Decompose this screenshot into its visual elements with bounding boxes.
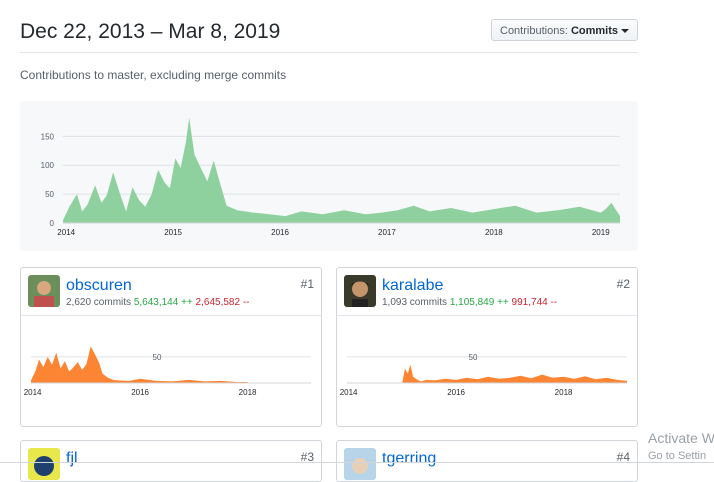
date-range-title: Dec 22, 2013 – Mar 8, 2019 [20,20,281,43]
y-tick-label: 150 [41,132,55,141]
contributor-card-4: tgerring #4 [336,440,638,482]
x-tick-label: 2016 [131,388,149,397]
deletions-count: 2,645,582 -- [195,297,250,308]
x-tick-label: 2014 [24,388,42,397]
x-tick-label: 2014 [340,388,358,397]
contributor-name-link[interactable]: karalabe [382,277,443,295]
x-tick-label: 2019 [592,228,610,237]
contributor-rank: #2 [616,277,630,291]
x-tick-label: 2018 [555,388,573,397]
contributor-card-3: fjl #3 [20,440,322,482]
y-tick-label: 50 [469,353,478,362]
y-tick-label: 0 [50,219,55,228]
x-tick-label: 2018 [239,388,257,397]
commit-count: 2,620 commits [66,297,132,308]
contributor-card-1: obscuren #1 2,620 commits 5,643,144 ++ 2… [20,267,322,427]
contributor-name-link[interactable]: obscuren [66,277,132,295]
contributor-chart-1: 50 2014 2016 2018 [24,346,311,397]
select-value: Commits [570,25,618,37]
area-series [402,364,627,383]
activation-watermark: Activate W [648,430,714,446]
contributor-card-2: karalabe #2 1,093 commits 1,105,849 ++ 9… [336,267,638,427]
chart-subtitle: Contributions to master, excluding merge… [20,68,287,82]
x-tick-label: 2016 [271,228,289,237]
x-tick-label: 2017 [378,228,396,237]
y-tick-label: 50 [153,353,162,362]
contributor-name-link[interactable]: fjl [66,450,78,468]
select-label: Contributions: [500,25,568,37]
main-chart-svg: 0 50 100 150 2014 2015 2016 2017 2018 2019 [41,117,620,237]
contributions-select-button[interactable]: Contributions: Commits [491,19,638,41]
y-tick-label: 100 [41,161,55,170]
additions-count: 1,105,849 ++ [449,297,509,308]
caret-down-icon [621,29,629,34]
area-series [63,117,620,223]
contributor-chart-2: 50 2014 2016 2018 [340,353,627,397]
deletions-count: 991,744 -- [511,297,558,308]
avatar[interactable] [28,448,60,480]
activation-watermark-subtext: Go to Settin [648,450,707,462]
avatar[interactable] [28,275,60,307]
x-tick-label: 2015 [164,228,182,237]
commit-count: 1,093 commits [382,297,448,308]
x-tick-label: 2018 [485,228,503,237]
avatar[interactable] [344,275,376,307]
area-series [31,346,248,383]
main-contributions-chart: 0 50 100 150 2014 2015 2016 2017 2018 2019 [20,101,638,251]
contributor-name-link[interactable]: tgerring [382,450,436,468]
contributor-stats: 2,620 commits 5,643,144 ++ 2,645,582 -- [66,297,249,308]
contributor-rank: #1 [300,277,314,291]
additions-count: 5,643,144 ++ [133,297,193,308]
x-tick-label: 2014 [57,228,75,237]
x-tick-label: 2016 [447,388,465,397]
avatar[interactable] [344,448,376,480]
y-tick-label: 50 [45,190,54,199]
divider [0,462,714,463]
contributor-stats: 1,093 commits 1,105,849 ++ 991,744 -- [382,297,557,308]
header: Dec 22, 2013 – Mar 8, 2019 Contributions… [20,18,638,53]
